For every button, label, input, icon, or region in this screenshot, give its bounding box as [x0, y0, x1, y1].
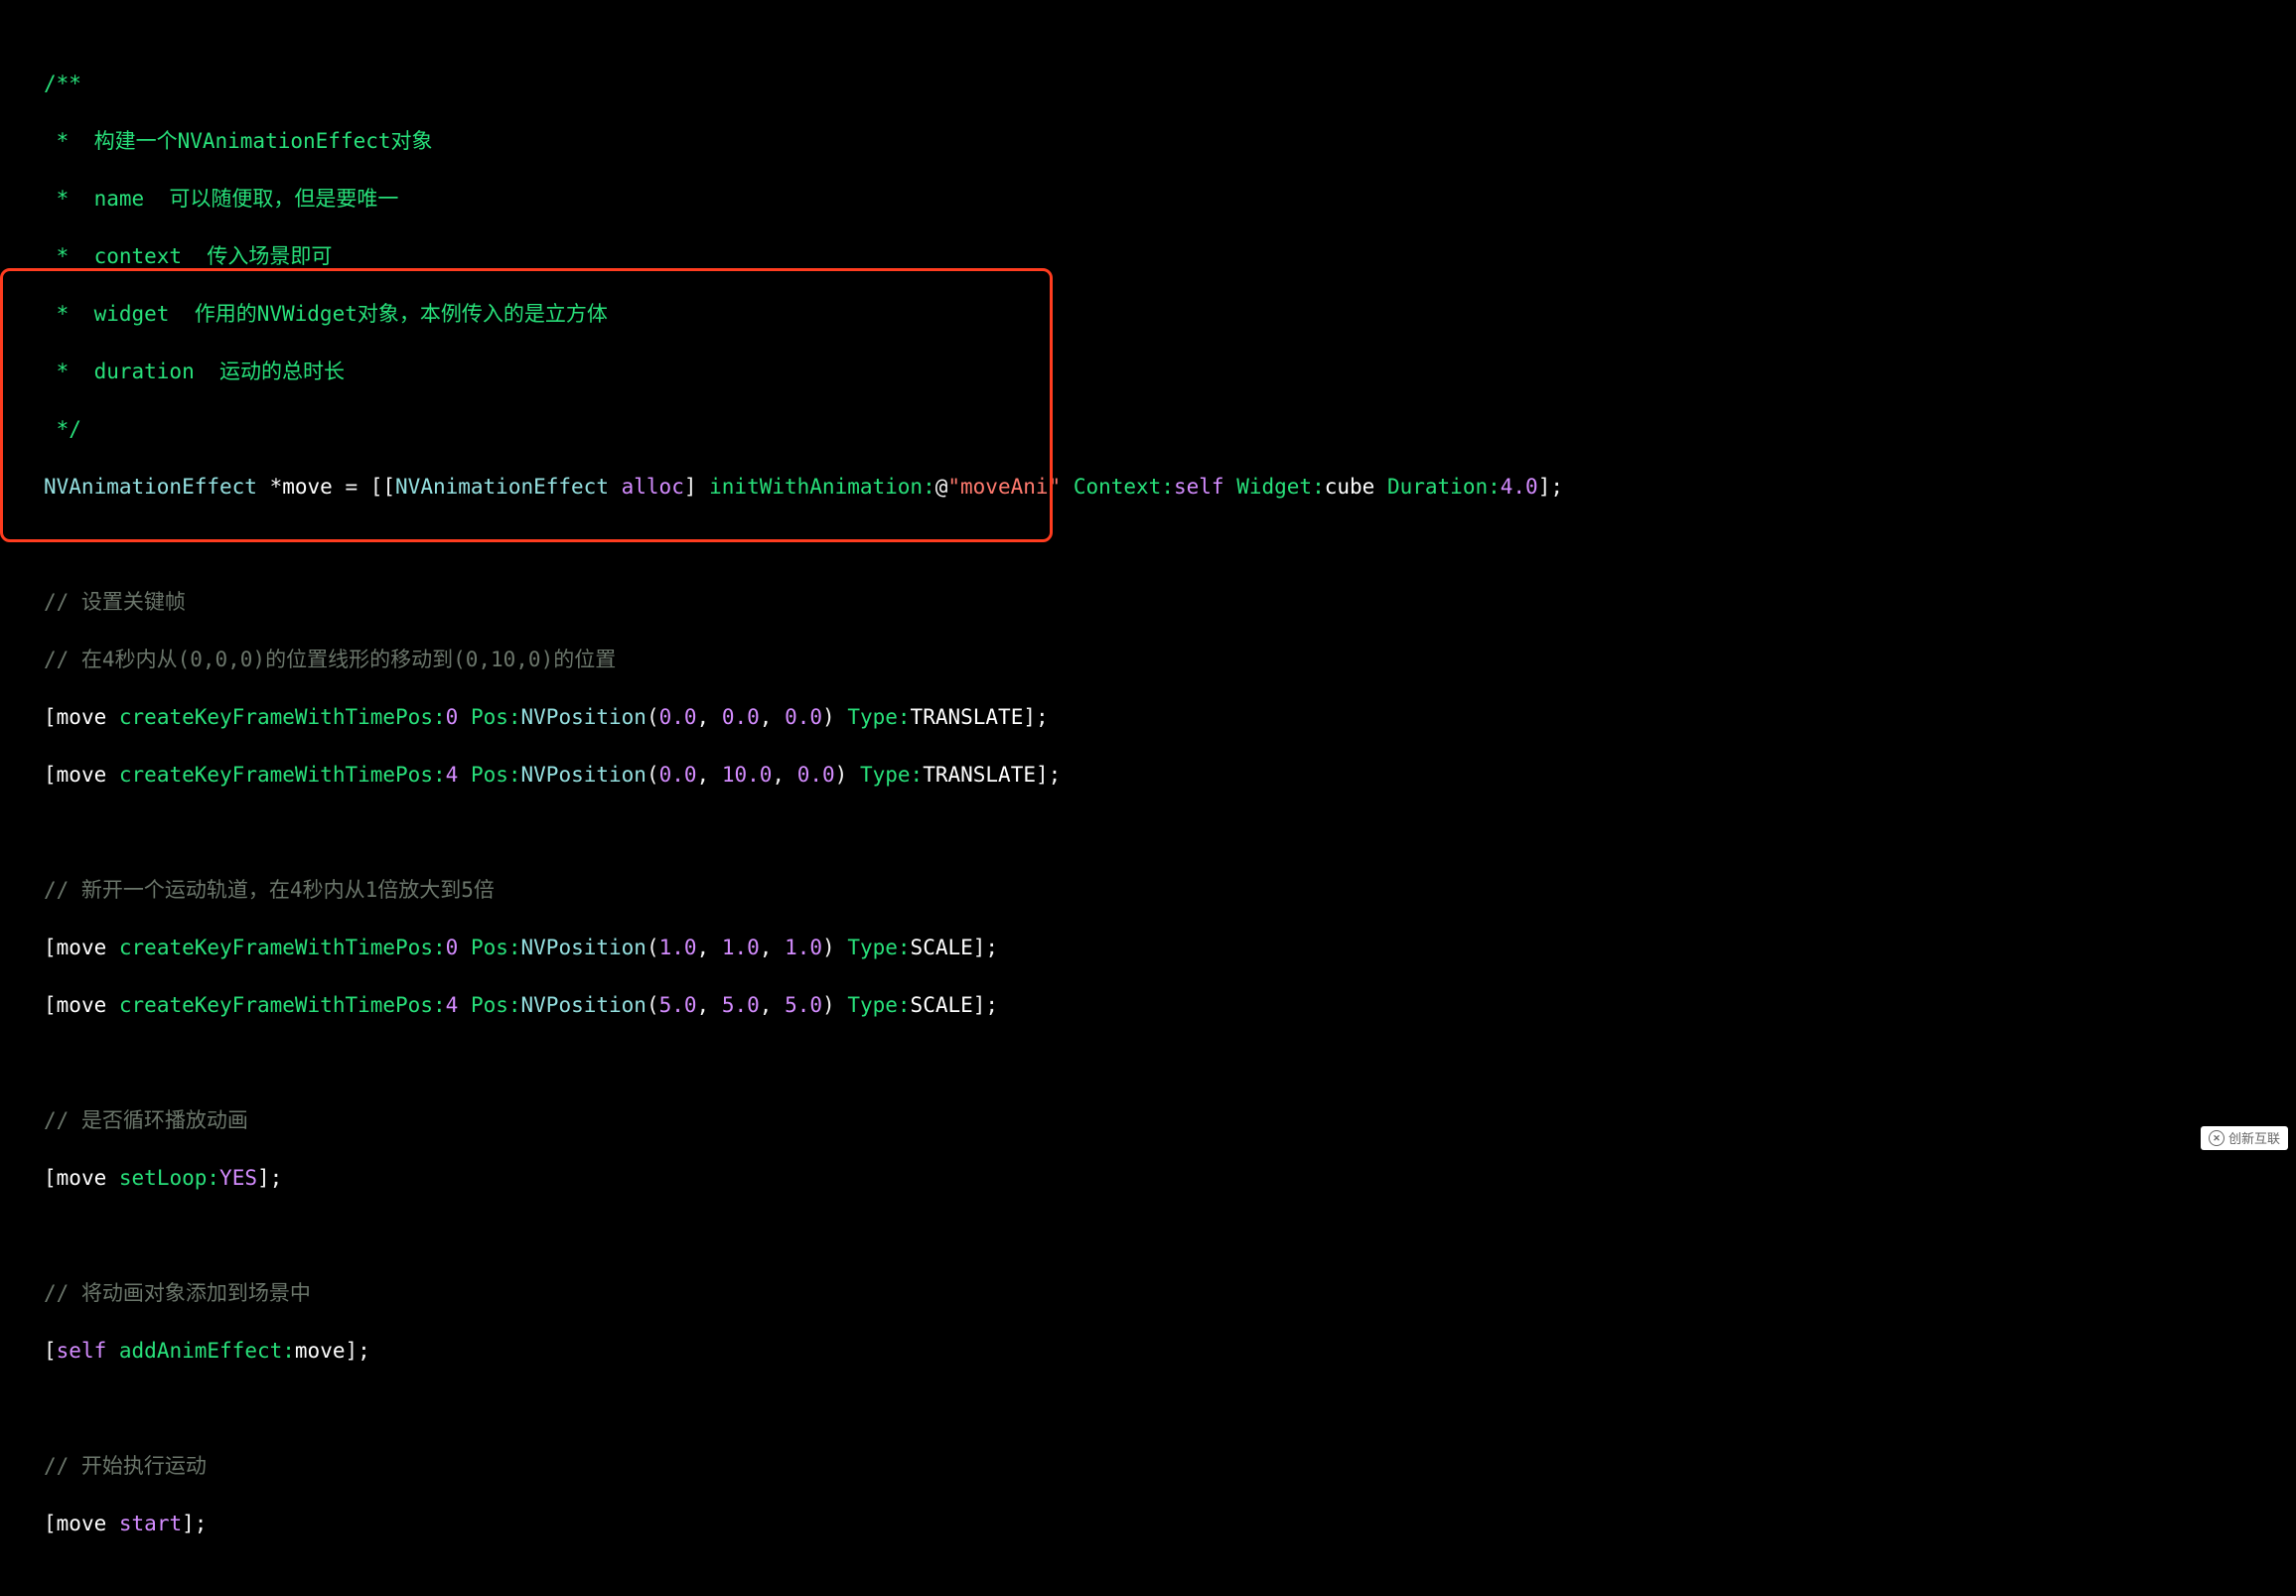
doc-comment-line: * name 可以随便取，但是要唯一	[44, 185, 2296, 214]
code-line-keyframe: [move createKeyFrameWithTimePos:4 Pos:NV…	[44, 991, 2296, 1020]
code-line-keyframe: [move createKeyFrameWithTimePos:0 Pos:NV…	[44, 703, 2296, 732]
blank-line	[44, 1222, 2296, 1250]
code-line-setloop: [move setLoop:YES];	[44, 1164, 2296, 1193]
code-line-init: NVAnimationEffect *move = [[NVAnimationE…	[44, 473, 2296, 502]
watermark-text: 创新互联	[2228, 1132, 2280, 1145]
blank-line	[44, 818, 2296, 847]
code-block: /** * 构建一个NVAnimationEffect对象 * name 可以随…	[0, 0, 2296, 1596]
comment-line: // 设置关键帧	[44, 588, 2296, 617]
comment-line: // 是否循环播放动画	[44, 1106, 2296, 1135]
doc-comment-line: */	[44, 415, 2296, 444]
doc-comment-line: * 构建一个NVAnimationEffect对象	[44, 127, 2296, 156]
code-line-keyframe: [move createKeyFrameWithTimePos:4 Pos:NV…	[44, 761, 2296, 790]
blank-line	[44, 530, 2296, 559]
blank-line	[44, 1049, 2296, 1078]
comment-line: // 新开一个运动轨道，在4秒内从1倍放大到5倍	[44, 876, 2296, 905]
code-line-keyframe: [move createKeyFrameWithTimePos:0 Pos:NV…	[44, 934, 2296, 962]
code-line-start: [move start];	[44, 1510, 2296, 1538]
comment-line: // 在4秒内从(0,0,0)的位置线形的移动到(0,10,0)的位置	[44, 646, 2296, 674]
blank-line	[44, 1394, 2296, 1423]
watermark-icon: ✕	[2209, 1130, 2224, 1146]
doc-comment-line: * duration 运动的总时长	[44, 358, 2296, 386]
watermark-badge: ✕ 创新互联	[2201, 1126, 2288, 1150]
code-line-addanim: [self addAnimEffect:move];	[44, 1337, 2296, 1366]
comment-line: // 开始执行运动	[44, 1452, 2296, 1481]
doc-comment-line: * context 传入场景即可	[44, 242, 2296, 271]
doc-comment-line: /**	[44, 70, 2296, 98]
doc-comment-line: * widget 作用的NVWidget对象，本例传入的是立方体	[44, 300, 2296, 329]
comment-line: // 将动画对象添加到场景中	[44, 1279, 2296, 1308]
